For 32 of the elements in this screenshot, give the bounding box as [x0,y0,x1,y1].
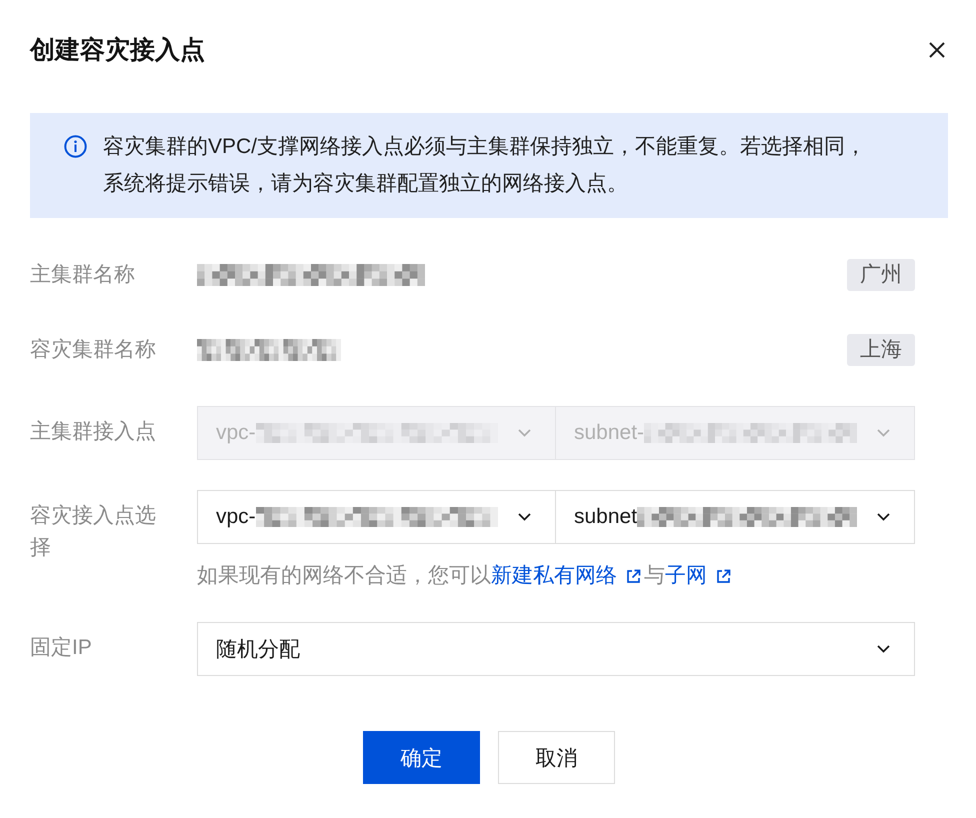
field-label: 容灾集群名称 [30,337,157,363]
field-label: 主集群接入点 [30,419,157,445]
select-value: subnet [574,505,638,529]
info-icon [64,135,87,158]
field-label: 固定IP [30,635,93,661]
select-field[interactable]: 随机分配 [197,622,915,676]
banner-message: 容灾集群的VPC/支撑网络接入点必须与主集群保持独立，不能重复。若选择相同，系统将提示错误，请为容灾集群配置独立的网络接入点。 [103,134,868,197]
chevron-down-icon [518,429,531,437]
chevron-down-icon [877,429,890,437]
chevron-down-icon [877,513,890,521]
field-label: 容灾接入点选择 [30,503,157,561]
close-icon [929,42,945,58]
external-link-icon [626,568,641,584]
select-field[interactable]: subnet [556,490,915,544]
region-tag: 上海 [847,334,915,366]
chevron-down-icon [518,513,531,521]
external-link-icon [716,568,731,584]
select-field[interactable]: vpc- [197,490,556,544]
help-text: 如果现有的网络不合适，您可以新建私有网络 与子网 [197,564,915,588]
region-tag: 广州 [847,259,915,291]
cancel-button[interactable]: 取消 [498,731,615,784]
close-button[interactable] [929,42,945,58]
field-label: 主集群名称 [30,262,136,288]
dialog-title: 创建容灾接入点 [30,35,205,66]
select-value: 随机分配 [216,637,300,663]
text-link[interactable]: 新建私有网络 [491,564,641,588]
chevron-down-icon [877,645,890,653]
select-value: vpc- [216,421,256,445]
confirm-button[interactable]: 确定 [363,731,480,784]
select-value: vpc- [216,505,256,529]
select-value: subnet- [574,421,644,445]
text-link[interactable]: 子网 [665,564,731,588]
